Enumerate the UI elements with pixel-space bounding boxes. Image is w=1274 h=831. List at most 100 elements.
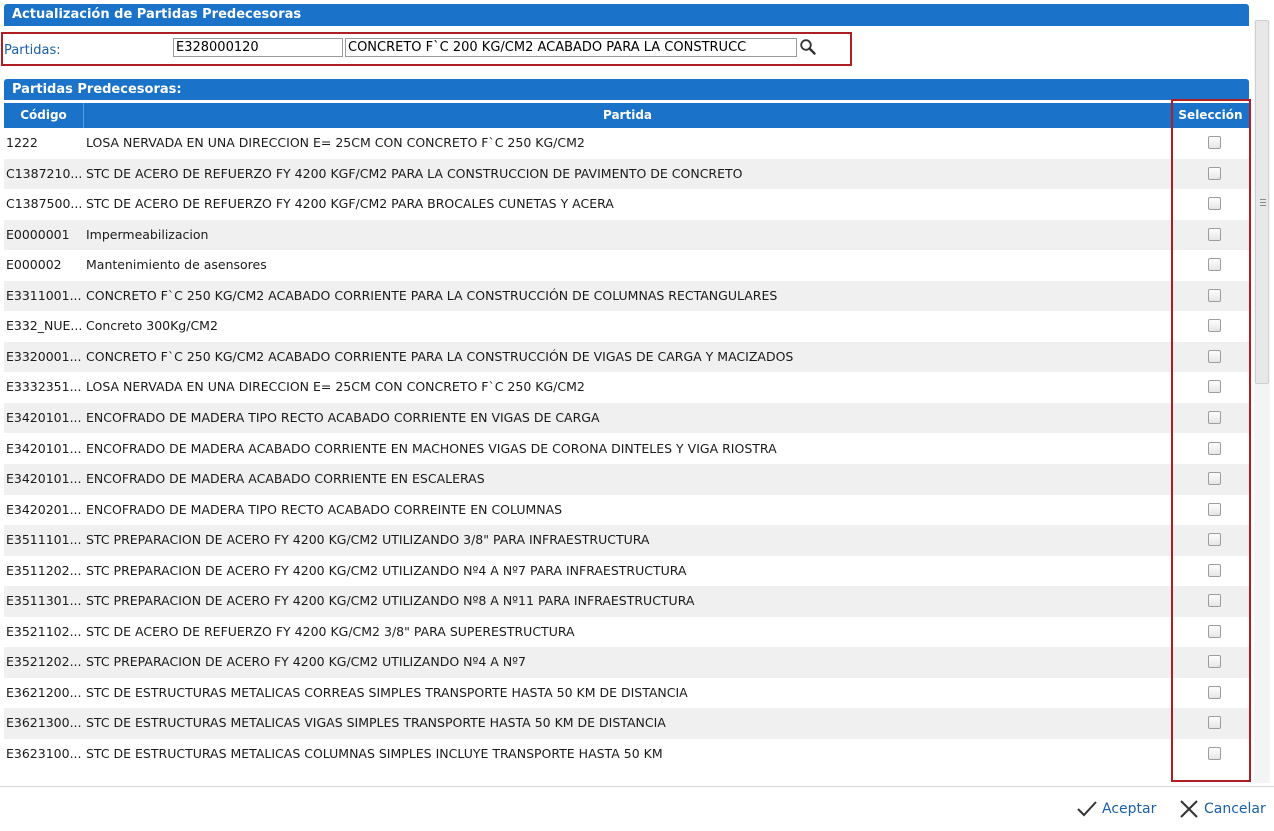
row-selection-checkbox[interactable] xyxy=(1208,227,1221,241)
table-row[interactable]: E000002 Mantenimiento de asensores xyxy=(4,250,1249,281)
row-selection-checkbox[interactable] xyxy=(1208,563,1221,577)
row-code: E3521202... xyxy=(6,654,82,670)
row-code: E3511101... xyxy=(6,532,82,548)
row-description: ENCOFRADO DE MADERA ACABADO CORRIENTE EN… xyxy=(86,440,777,456)
row-code: E332_NUE... xyxy=(6,318,82,334)
row-code: E3521102... xyxy=(6,623,82,639)
row-code: E3623100... xyxy=(6,746,82,761)
row-code: E3420101... xyxy=(6,409,82,425)
row-description: LOSA NERVADA EN UNA DIRECCION E= 25CM CO… xyxy=(86,135,585,150)
table-row[interactable]: E3420201... ENCOFRADO DE MADERA TIPO RECT… xyxy=(4,495,1249,526)
row-selection-checkbox[interactable] xyxy=(1208,716,1221,730)
row-code: E3311001... xyxy=(6,287,82,303)
row-selection-checkbox[interactable] xyxy=(1208,380,1221,394)
table-row[interactable]: E3521202... STC PREPARACION DE ACERO FY 4… xyxy=(4,647,1249,678)
table-row[interactable]: C1387210... STC DE ACERO DE REFUERZO FY 4… xyxy=(4,158,1249,190)
row-selection-checkbox[interactable] xyxy=(1208,624,1221,638)
row-description: CONCRETO F`C 250 KG/CM2 ACABADO CORRIENT… xyxy=(86,348,794,364)
scrollbar-thumb[interactable] xyxy=(1255,20,1269,384)
row-description: STC DE ESTRUCTURAS METALICAS CORREAS SIM… xyxy=(86,684,688,700)
table-row[interactable]: E3320001... CONCRETO F`C 250 KG/CM2 ACABA… xyxy=(4,341,1249,373)
footer-divider xyxy=(0,786,1274,787)
row-description: STC PREPARACION DE ACERO FY 4200 KG/CM2 … xyxy=(86,562,687,578)
grid-header: Código Partida Selección xyxy=(4,103,1249,128)
row-description: STC DE ACERO DE REFUERZO FY 4200 KG/CM2 … xyxy=(86,623,575,639)
row-code: E3332351... xyxy=(6,379,82,395)
row-code: E0000001 xyxy=(6,226,70,242)
row-selection-checkbox[interactable] xyxy=(1208,747,1221,760)
row-selection-checkbox[interactable] xyxy=(1208,410,1221,424)
row-description: STC PREPARACION DE ACERO FY 4200 KG/CM2 … xyxy=(86,593,695,609)
row-description: Impermeabilizacion xyxy=(86,226,209,242)
checkmark-icon xyxy=(1077,801,1097,817)
table-row[interactable]: E3621200... STC DE ESTRUCTURAS METALICAS … xyxy=(4,678,1249,709)
table-row[interactable]: E332_NUE... Concreto 300Kg/CM2 xyxy=(4,311,1249,342)
row-code: C1387500... xyxy=(6,196,82,212)
row-selection-checkbox[interactable] xyxy=(1208,166,1221,180)
row-selection-checkbox[interactable] xyxy=(1208,349,1221,363)
search-icon xyxy=(800,39,816,55)
row-code: C1387210... xyxy=(6,165,82,181)
table-row[interactable]: E3511202... STC PREPARACION DE ACERO FY 4… xyxy=(4,556,1249,587)
row-code: E3420101... xyxy=(6,440,82,456)
row-description: CONCRETO F`C 250 KG/CM2 ACABADO CORRIENT… xyxy=(86,287,778,303)
table-row[interactable]: E3511301... STC PREPARACION DE ACERO FY 4… xyxy=(4,586,1249,617)
row-selection-checkbox[interactable] xyxy=(1208,655,1221,669)
row-description: ENCOFRADO DE MADERA ACABADO CORRIENTE EN… xyxy=(86,471,485,487)
table-row[interactable]: E3621300... STC DE ESTRUCTURAS METALICAS … xyxy=(4,708,1249,739)
table-row[interactable]: E3511101... STC PREPARACION DE ACERO FY 4… xyxy=(4,525,1249,556)
table-row[interactable]: E3420101... ENCOFRADO DE MADERA ACABADO C… xyxy=(4,434,1249,465)
row-selection-checkbox[interactable] xyxy=(1208,197,1221,211)
vertical-scrollbar[interactable] xyxy=(1254,20,1270,783)
column-header-partida[interactable]: Partida xyxy=(84,103,1172,128)
section-title: Partidas Predecesoras: xyxy=(4,79,1249,100)
partida-code-input[interactable] xyxy=(173,38,343,57)
row-selection-checkbox[interactable] xyxy=(1208,685,1221,699)
row-description: STC DE ESTRUCTURAS METALICAS VIGAS SIMPL… xyxy=(86,715,666,731)
column-header-code[interactable]: Código xyxy=(4,103,84,128)
row-description: STC PREPARACION DE ACERO FY 4200 KG/CM2 … xyxy=(86,532,650,548)
row-code: 1222 xyxy=(6,135,38,150)
row-code: E3420101... xyxy=(6,471,82,487)
table-row[interactable]: E3420101... ENCOFRADO DE MADERA ACABADO C… xyxy=(4,464,1249,495)
column-header-seleccion[interactable]: Selección xyxy=(1172,103,1249,128)
row-description: LOSA NERVADA EN UNA DIRECCION E= 25CM CO… xyxy=(86,379,585,395)
row-selection-checkbox[interactable] xyxy=(1208,288,1221,302)
table-row[interactable]: E3420101... ENCOFRADO DE MADERA TIPO RECT… xyxy=(4,402,1249,434)
table-row[interactable]: E3332351... LOSA NERVADA EN UNA DIRECCION… xyxy=(4,372,1249,403)
row-selection-checkbox[interactable] xyxy=(1208,319,1221,333)
row-description: STC DE ACERO DE REFUERZO FY 4200 KGF/CM2… xyxy=(86,165,743,181)
accept-label: Aceptar xyxy=(1102,801,1157,817)
row-selection-checkbox[interactable] xyxy=(1208,472,1221,486)
row-code: E3320001... xyxy=(6,348,82,364)
row-code: E000002 xyxy=(6,257,62,273)
dialog-title: Actualización de Partidas Predecesoras xyxy=(4,4,1249,26)
row-description: Concreto 300Kg/CM2 xyxy=(86,318,218,334)
row-description: STC DE ACERO DE REFUERZO FY 4200 KGF/CM2… xyxy=(86,196,614,212)
close-icon xyxy=(1180,800,1198,818)
row-code: E3420201... xyxy=(6,501,82,517)
table-row[interactable]: E3521102... STC DE ACERO DE REFUERZO FY 4… xyxy=(4,617,1249,648)
row-code: E3511202... xyxy=(6,562,82,578)
row-description: ENCOFRADO DE MADERA TIPO RECTO ACABADO C… xyxy=(86,409,600,425)
table-row[interactable]: C1387500... STC DE ACERO DE REFUERZO FY 4… xyxy=(4,189,1249,220)
row-description: ENCOFRADO DE MADERA TIPO RECTO ACABADO C… xyxy=(86,501,563,517)
table-row[interactable]: E0000001 Impermeabilizacion xyxy=(4,219,1249,251)
grid-body: 1222 LOSA NERVADA EN UNA DIRECCION E= 25C… xyxy=(4,128,1249,770)
row-selection-checkbox[interactable] xyxy=(1208,258,1221,272)
row-code: E3511301... xyxy=(6,593,82,609)
table-row[interactable]: E3311001... CONCRETO F`C 250 KG/CM2 ACABA… xyxy=(4,280,1249,312)
partidas-label: Partidas: xyxy=(4,43,61,58)
search-button[interactable] xyxy=(799,38,817,56)
row-selection-checkbox[interactable] xyxy=(1208,594,1221,608)
table-row[interactable]: E3623100... STC DE ESTRUCTURAS METALICAS … xyxy=(4,739,1249,770)
table-row[interactable]: 1222 LOSA NERVADA EN UNA DIRECCION E= 25C… xyxy=(4,128,1249,159)
row-code: E3621200... xyxy=(6,684,82,700)
row-selection-checkbox[interactable] xyxy=(1208,533,1221,547)
row-selection-checkbox[interactable] xyxy=(1208,441,1221,455)
row-selection-checkbox[interactable] xyxy=(1208,502,1221,516)
row-selection-checkbox[interactable] xyxy=(1208,136,1221,149)
row-description: Mantenimiento de asensores xyxy=(86,257,267,273)
row-description: STC PREPARACION DE ACERO FY 4200 KG/CM2 … xyxy=(86,654,527,670)
partida-description-input[interactable] xyxy=(345,38,797,57)
